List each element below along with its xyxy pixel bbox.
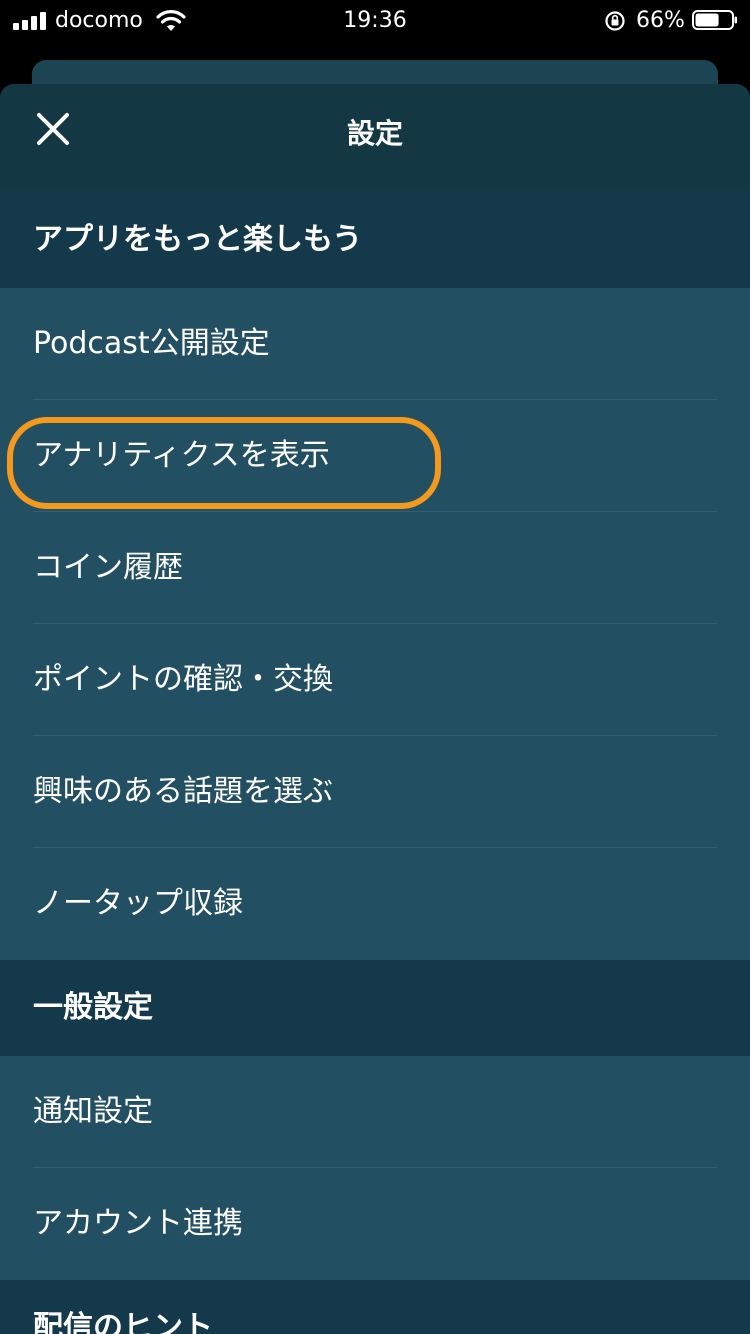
settings-sheet: 設定 アプリをもっと楽しもう Podcast公開設定 アナリティクスを表示 コイ… xyxy=(0,84,750,1334)
settings-item-label: コイン履歴 xyxy=(33,550,183,585)
settings-item-interests[interactable]: 興味のある話題を選ぶ xyxy=(0,736,750,848)
section-header-enjoy-app: アプリをもっと楽しもう xyxy=(0,192,750,288)
settings-item-label: ポイントの確認・交換 xyxy=(33,662,333,697)
settings-item-notifications[interactable]: 通知設定 xyxy=(0,1056,750,1168)
sheet-header: 設定 xyxy=(0,84,750,188)
settings-group-general: 通知設定 アカウント連携 xyxy=(0,1056,750,1280)
section-title: 一般設定 xyxy=(33,990,153,1025)
section-title: アプリをもっと楽しもう xyxy=(33,222,363,257)
settings-item-points[interactable]: ポイントの確認・交換 xyxy=(0,624,750,736)
settings-item-podcast-publish[interactable]: Podcast公開設定 xyxy=(0,288,750,400)
settings-item-no-tap-recording[interactable]: ノータップ収録 xyxy=(0,848,750,960)
status-bar: docomo 19:36 66% xyxy=(0,0,750,42)
section-header-general: 一般設定 xyxy=(0,960,750,1056)
battery-icon xyxy=(692,10,737,30)
settings-group-enjoy-app: Podcast公開設定 アナリティクスを表示 コイン履歴 ポイントの確認・交換 … xyxy=(0,288,750,960)
section-title: 配信のヒント xyxy=(33,1310,213,1334)
settings-item-label: Podcast公開設定 xyxy=(33,326,270,361)
settings-item-label: 興味のある話題を選ぶ xyxy=(33,774,333,809)
settings-item-coin-history[interactable]: コイン履歴 xyxy=(0,512,750,624)
settings-item-label: ノータップ収録 xyxy=(33,886,243,921)
settings-item-label: アカウント連携 xyxy=(33,1206,243,1241)
page-title: 設定 xyxy=(346,117,403,150)
settings-item-label: アナリティクスを表示 xyxy=(33,438,330,473)
section-header-tips: 配信のヒント xyxy=(0,1280,750,1334)
battery-percent: 66% xyxy=(636,8,685,33)
settings-item-account-link[interactable]: アカウント連携 xyxy=(0,1168,750,1280)
rotation-lock-icon xyxy=(605,11,625,31)
settings-item-analytics[interactable]: アナリティクスを表示 xyxy=(0,400,750,512)
settings-item-label: 通知設定 xyxy=(33,1094,153,1129)
